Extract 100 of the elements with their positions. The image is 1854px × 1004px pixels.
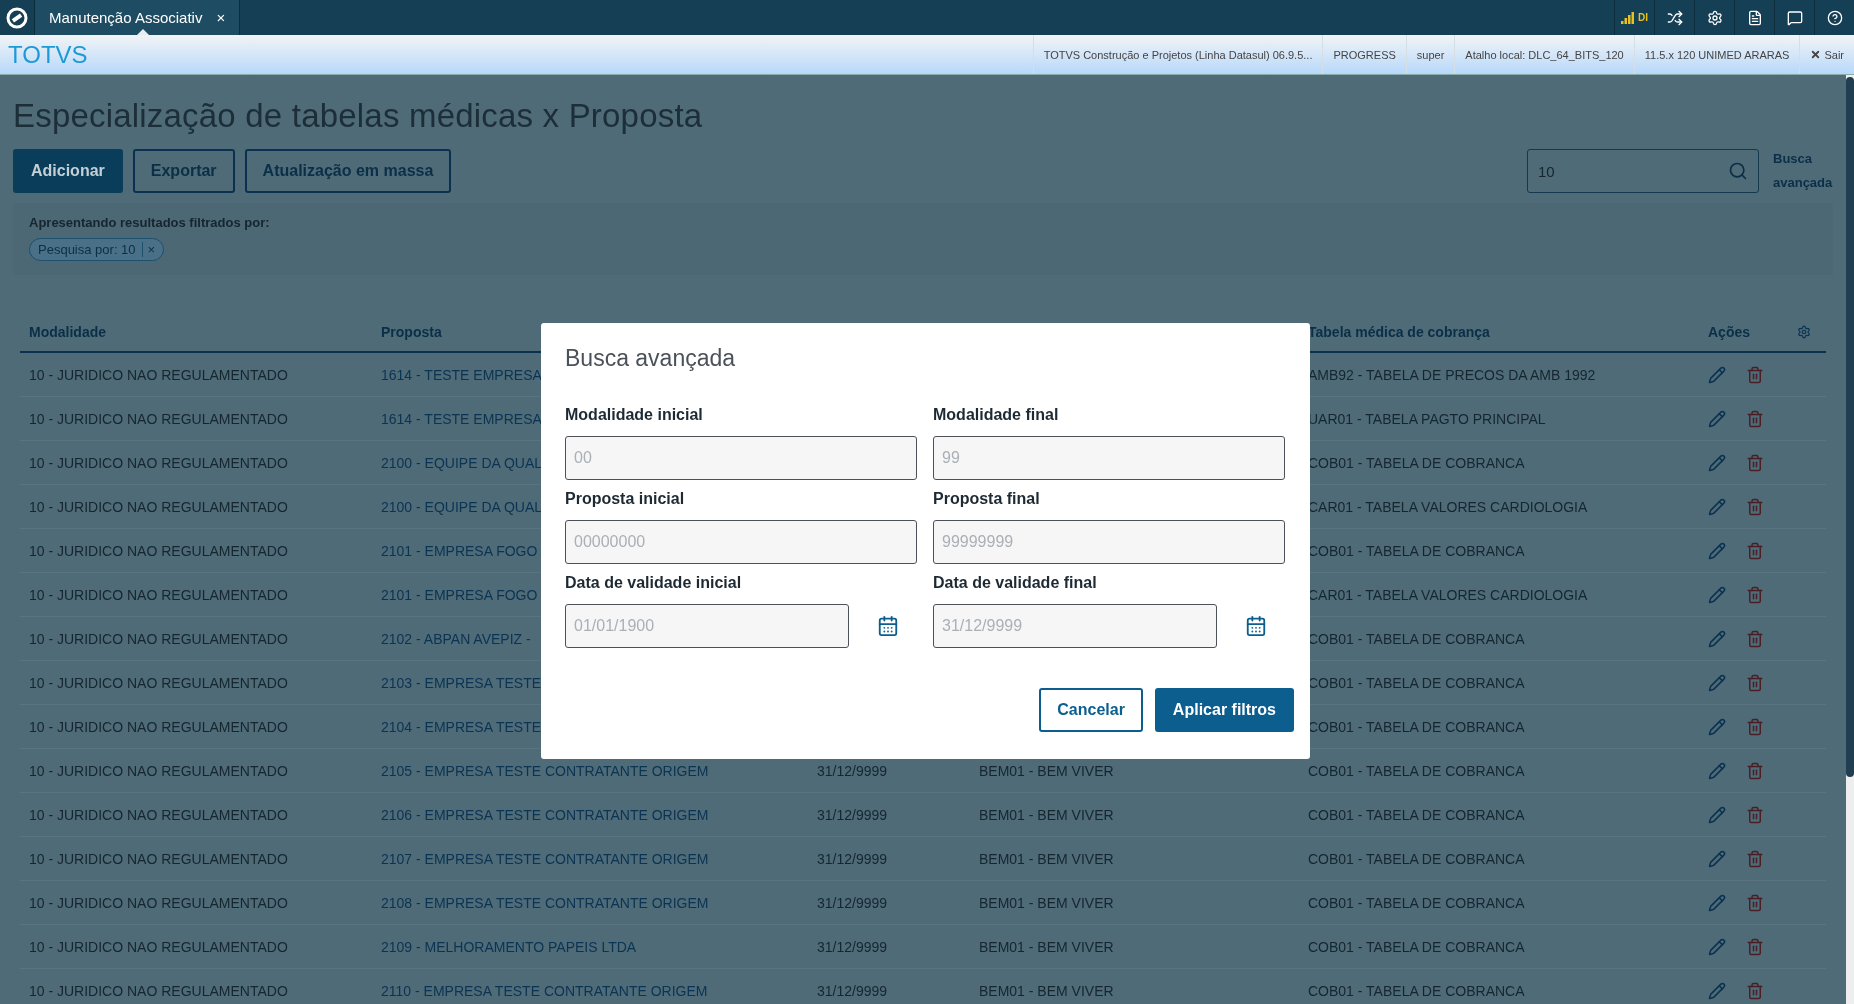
toolbar-button[interactable]: Exportar <box>132 149 235 193</box>
proposal-link[interactable]: 2105 - EMPRESA TESTE CONTRATANTE ORIGEM <box>381 762 709 779</box>
proposal-link[interactable]: 1614 - TESTE EMPRESA <box>381 410 542 427</box>
proposal-link[interactable]: 2106 - EMPRESA TESTE CONTRATANTE ORIGEM <box>381 806 709 823</box>
proposal-link[interactable]: 2104 - EMPRESA TESTE <box>381 718 542 735</box>
edit-icon[interactable] <box>1708 893 1726 912</box>
table-cell: COB01 - TABELA DE COBRANCA <box>1308 718 1525 735</box>
proposal-link[interactable]: 1614 - TESTE EMPRESA <box>381 366 542 383</box>
input-field[interactable]: 99 <box>933 436 1285 480</box>
proposal-link[interactable]: 2108 - EMPRESA TESTE CONTRATANTE ORIGEM <box>381 894 709 911</box>
header-info: TOTVS Construção e Projetos (Linha Datasul) 06.9.5... <box>1032 35 1323 74</box>
toolbar-button[interactable]: Atualização em massa <box>244 149 452 193</box>
edit-icon[interactable] <box>1708 673 1726 692</box>
table-cell: BEM01 - BEM VIVER <box>979 982 1114 999</box>
edit-icon[interactable] <box>1708 717 1726 736</box>
edit-icon[interactable] <box>1708 409 1726 428</box>
apply-filters-button[interactable]: Aplicar filtros <box>1154 688 1294 732</box>
proposal-link[interactable]: 2103 - EMPRESA TESTE <box>381 674 542 691</box>
proposal-link[interactable]: 2101 - EMPRESA FOGO <box>381 586 538 603</box>
column-header: Proposta <box>381 324 443 340</box>
edit-icon[interactable] <box>1708 981 1726 1000</box>
search-icon <box>1728 161 1748 181</box>
delete-icon[interactable] <box>1746 717 1764 736</box>
chat-bubble-icon <box>1786 9 1803 26</box>
filter-label: Apresentando resultados filtrados por: <box>29 215 271 230</box>
edit-icon[interactable] <box>1708 849 1726 868</box>
table-cell: COB01 - TABELA DE COBRANCA <box>1308 806 1525 823</box>
edit-icon[interactable] <box>1708 937 1726 956</box>
edit-icon[interactable] <box>1708 453 1726 472</box>
proposal-link[interactable]: 2107 - EMPRESA TESTE CONTRATANTE ORIGEM <box>381 850 709 867</box>
column-header: Modalidade <box>29 324 107 340</box>
add-button[interactable]: Adicionar <box>13 149 123 193</box>
calendar-icon[interactable] <box>877 615 899 637</box>
calendar-icon[interactable] <box>1245 615 1267 637</box>
delete-icon[interactable] <box>1746 409 1764 428</box>
delete-icon[interactable] <box>1746 673 1764 692</box>
connection-label: DI <box>1638 12 1648 23</box>
logout-button[interactable]: Sair <box>1799 35 1854 74</box>
table-cell: 10 - JURIDICO NAO REGULAMENTADO <box>29 498 288 515</box>
cancel-button[interactable]: Cancelar <box>1039 688 1143 732</box>
header-info: Atalho local: DLC_64_BITS_120 <box>1454 35 1634 74</box>
table-cell: 10 - JURIDICO NAO REGULAMENTADO <box>29 586 288 603</box>
delete-icon[interactable] <box>1746 893 1764 912</box>
table-cell: COB01 - TABELA DE COBRANCA <box>1308 938 1525 955</box>
input-field[interactable]: 00 <box>565 436 917 480</box>
dialog-title: Busca avançada <box>565 345 737 372</box>
proposal-link[interactable]: 2110 - EMPRESA TESTE CONTRATANTE ORIGEM <box>381 982 708 999</box>
proposal-link[interactable]: 2100 - EQUIPE DA QUAL <box>381 498 543 515</box>
scrollbar-thumb[interactable] <box>1846 77 1854 777</box>
input-field[interactable]: 00000000 <box>565 520 917 564</box>
table-cell: COB01 - TABELA DE COBRANCA <box>1308 850 1525 867</box>
table-cell: 10 - JURIDICO NAO REGULAMENTADO <box>29 938 288 955</box>
proposal-link[interactable]: 2102 - ABPAN AVEPIZ - <box>381 630 531 647</box>
help-icon <box>1826 9 1843 26</box>
table-cell: 10 - JURIDICO NAO REGULAMENTADO <box>29 542 288 559</box>
logo-icon[interactable] <box>6 6 28 29</box>
date-field[interactable]: 31/12/9999 <box>933 604 1217 648</box>
document-icon <box>1746 9 1763 26</box>
delete-icon[interactable] <box>1746 981 1764 1000</box>
remove-chip-button[interactable]: × <box>141 242 156 257</box>
delete-icon[interactable] <box>1746 585 1764 604</box>
proposal-link[interactable]: 2109 - MELHORAMENTO PAPEIS LTDA <box>381 938 637 955</box>
field-label: Data de validade inicial <box>565 574 743 592</box>
edit-icon[interactable] <box>1708 585 1726 604</box>
edit-icon[interactable] <box>1708 541 1726 560</box>
table-cell: 31/12/9999 <box>817 938 888 955</box>
settings-icon[interactable] <box>1797 325 1811 339</box>
delete-icon[interactable] <box>1746 761 1764 780</box>
proposal-link[interactable]: 2101 - EMPRESA FOGO <box>381 542 538 559</box>
delete-icon[interactable] <box>1746 805 1764 824</box>
table-cell: 10 - JURIDICO NAO REGULAMENTADO <box>29 718 288 735</box>
delete-icon[interactable] <box>1746 937 1764 956</box>
app-tab[interactable]: Manutenção Associativ × <box>34 0 241 35</box>
table-cell: 31/12/9999 <box>817 894 888 911</box>
delete-icon[interactable] <box>1746 453 1764 472</box>
edit-icon[interactable] <box>1708 365 1726 384</box>
delete-icon[interactable] <box>1746 849 1764 868</box>
delete-icon[interactable] <box>1746 629 1764 648</box>
proposal-link[interactable]: 2100 - EQUIPE DA QUAL <box>381 454 543 471</box>
edit-icon[interactable] <box>1708 629 1726 648</box>
delete-icon[interactable] <box>1746 497 1764 516</box>
edit-icon[interactable] <box>1708 761 1726 780</box>
table-cell: BEM01 - BEM VIVER <box>979 938 1114 955</box>
advanced-search-link[interactable]: Busca avançada <box>1769 147 1833 195</box>
table-cell: CAR01 - TABELA VALORES CARDIOLOGIA <box>1308 498 1588 515</box>
date-field[interactable]: 01/01/1900 <box>565 604 849 648</box>
table-cell: BEM01 - BEM VIVER <box>979 806 1114 823</box>
input-field[interactable]: 99999999 <box>933 520 1285 564</box>
close-tab-button[interactable]: × <box>216 9 226 26</box>
table-cell: 31/12/9999 <box>817 982 888 999</box>
edit-icon[interactable] <box>1708 805 1726 824</box>
field-label: Modalidade final <box>933 406 1060 424</box>
field-label: Proposta final <box>933 490 1041 508</box>
edit-icon[interactable] <box>1708 497 1726 516</box>
delete-icon[interactable] <box>1746 541 1764 560</box>
search-field[interactable]: 10 <box>1527 149 1759 193</box>
table-cell: 31/12/9999 <box>817 850 888 867</box>
brand-logo-text: TOTVS <box>8 41 88 68</box>
table-cell: 10 - JURIDICO NAO REGULAMENTADO <box>29 894 288 911</box>
delete-icon[interactable] <box>1746 365 1764 384</box>
